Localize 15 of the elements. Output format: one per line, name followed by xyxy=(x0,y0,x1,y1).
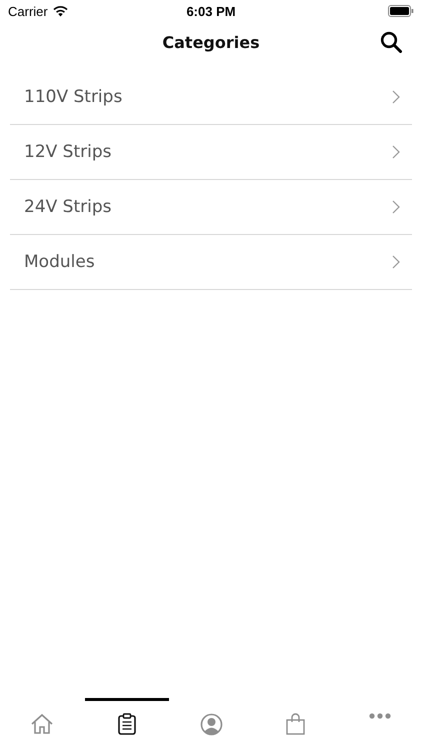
bag-icon xyxy=(286,713,305,735)
profile-icon xyxy=(200,713,223,736)
search-button[interactable] xyxy=(380,31,402,53)
status-time: 6:03 PM xyxy=(186,4,236,18)
carrier-label: Carrier xyxy=(8,4,48,18)
more-icon xyxy=(368,713,391,719)
home-icon xyxy=(30,713,54,735)
chevron-icon xyxy=(392,145,400,159)
clipboard-icon xyxy=(118,713,136,735)
page-title: Categories xyxy=(161,32,261,52)
wifi-icon xyxy=(52,6,68,16)
battery-icon xyxy=(388,5,414,17)
chevron-icon xyxy=(392,90,400,104)
chevron-icon xyxy=(392,200,400,214)
chevron-icon xyxy=(392,255,400,269)
